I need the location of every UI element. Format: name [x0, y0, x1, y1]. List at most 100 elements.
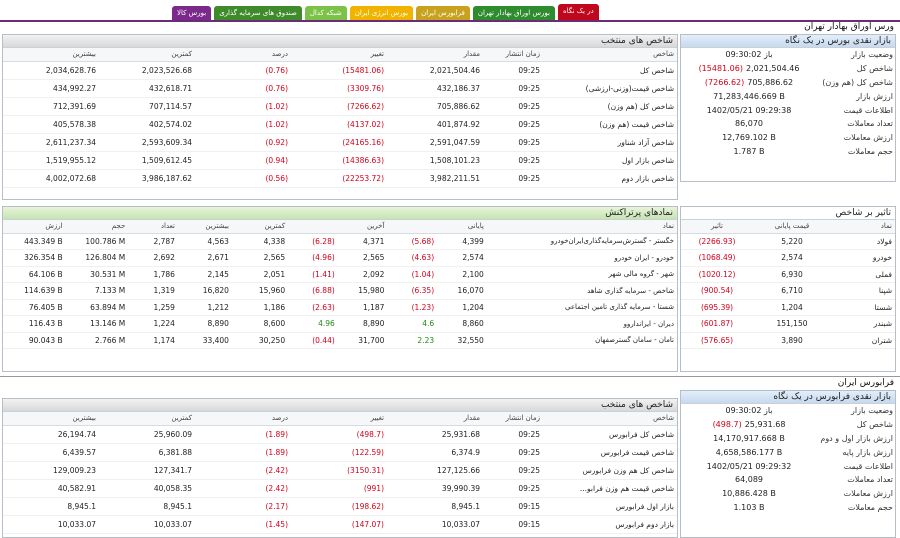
indices-row[interactable]: 2,034,628.76 2,023,526.68 (0.76) (15481.06)…: [3, 61, 677, 80]
indices-row[interactable]: 2,611,237.34 2,593,609.34 (0.92) (24165.16)…: [3, 133, 677, 152]
tab-1[interactable]: بورس اوراق بهادار تهران: [472, 6, 555, 20]
popular-cell-high: 4,563: [177, 233, 232, 250]
tab-6[interactable]: بورس کالا: [172, 6, 212, 20]
indices-col-change[interactable]: تغییر: [291, 48, 387, 62]
indices-row[interactable]: 6,439.57 6,381.88 (1.89) (122.59) 6,374.9 09:…: [3, 443, 677, 462]
impact-row[interactable]: (601.87) 151,150 شبندر: [681, 315, 895, 333]
indices-cell-percent: (2.42): [195, 479, 291, 498]
indices-row[interactable]: 10,033.07 10,033.07 (1.45) (147.07) 10,033.0…: [3, 515, 677, 534]
indices-row[interactable]: 434,992.27 432,618.71 (0.76) (3309.76) 432,1…: [3, 79, 677, 98]
popular-row[interactable]: 90.043 B 2.766 M 1,174 33,400 30,250 (0.44) 31…: [3, 332, 677, 349]
indices-row[interactable]: 712,391.69 707,114.57 (1.02) (7266.62) 705,8…: [3, 97, 677, 116]
indices-header-row: بیشترین کمترین درصد تغییر مقدار زمان انتشار شا…: [3, 412, 677, 426]
indices-row[interactable]: 26,194.74 25,960.09 (1.89) (498.7) 25,931.68…: [3, 425, 677, 444]
impact-row[interactable]: (1068.49) 2,574 خودرو: [681, 249, 895, 267]
indices-row[interactable]: 129,009.23 127,341.7 (2.42) (3150.31) 127,12…: [3, 461, 677, 480]
popular-row[interactable]: 443.349 B 100.786 M 2,787 4,563 4,338 (6.28) 4…: [3, 233, 677, 250]
indices-row[interactable]: 40,582.91 40,058.35 (2.42) (991) 39,990.39 09…: [3, 479, 677, 498]
glance-label: ارزش بازار پایه: [842, 447, 893, 457]
tab-0[interactable]: در یک نگاه: [557, 4, 599, 20]
indices-cell-change: (15481.06): [291, 61, 387, 80]
glance-row: (15481.06) 2,021,504.46 شاخص کل: [681, 62, 895, 76]
indices-cell-low: 10,033.07: [99, 515, 195, 534]
indices-col-value[interactable]: مقدار: [387, 412, 483, 426]
impact-col-symbol[interactable]: نماد: [831, 220, 895, 234]
indices-cell-name: شاخص بازار اول: [543, 151, 677, 170]
impact-row[interactable]: (900.54) 6,710 شپنا: [681, 282, 895, 300]
indices-row[interactable]: 1,519,955.12 1,509,612.45 (0.94) (14386.63)…: [3, 151, 677, 170]
popular-col-symbol[interactable]: نماد: [486, 220, 677, 234]
indices-cell-change: (3309.76): [291, 79, 387, 98]
popular-row[interactable]: 64.106 B 30.531 M 1,786 2,145 2,051 (1.41) 2,0…: [3, 266, 677, 283]
popular-col-last[interactable]: آخرین: [337, 220, 388, 234]
popular-cell-low: 15,960: [231, 282, 289, 300]
popular-row[interactable]: 116.43 B 13.146 M 1,224 8,890 8,600 4.96 8,890…: [3, 315, 677, 333]
indices-col-name[interactable]: شاخص: [543, 48, 677, 62]
indices-cell-percent: (1.89): [195, 443, 291, 462]
tab-4[interactable]: شبکه کدال: [304, 6, 347, 20]
popular-row[interactable]: 76.405 B 63.894 M 1,259 1,212 1,186 (2.63) 1,1…: [3, 299, 677, 316]
indices-cell-value: 8,945.1: [387, 497, 483, 516]
indices-cell-low: 432,618.71: [99, 79, 195, 98]
glance-label: ارزش معاملات: [843, 133, 893, 143]
popular-row[interactable]: 114.639 B 7.133 M 1,319 16,820 15,960 (6.88) 1…: [3, 282, 677, 300]
indices-cell-percent: (2.42): [195, 461, 291, 480]
indices-col-time[interactable]: زمان انتشار: [483, 48, 543, 62]
indices-col-name[interactable]: شاخص: [543, 412, 677, 426]
ifb-indices-table: بیشترین کمترین درصد تغییر مقدار زمان انتشار شا…: [3, 412, 677, 534]
glance-label: شاخص کل (هم وزن): [822, 77, 893, 87]
indices-col-value[interactable]: مقدار: [387, 48, 483, 62]
glance-value-text: 705,886.62: [747, 77, 794, 87]
popular-col-close[interactable]: پایانی: [437, 220, 487, 234]
indices-cell-time: 09:25: [483, 79, 543, 98]
impact-col-close[interactable]: قیمت پایانی: [753, 220, 831, 234]
glance-value: 10,886.428 B: [681, 487, 817, 501]
indices-col-high[interactable]: بیشترین: [3, 412, 99, 426]
tab-3[interactable]: بورس انرژی ایران: [349, 6, 414, 20]
popular-cell-count: 2,692: [128, 249, 178, 267]
indices-col-percent[interactable]: درصد: [195, 48, 291, 62]
glance-row: 71,283,446.669 B ارزش بازار: [681, 89, 895, 103]
popular-cell-symbol: تامان - سامان گسترصفهان: [486, 332, 677, 349]
indices-row[interactable]: 405,578.38 402,574.02 (1.02) (4137.02) 401,8…: [3, 115, 677, 134]
indices-cell-name: شاخص قیمت هم وزن فرابو...: [543, 479, 677, 498]
ifb-glance-title: بازار نقدی فرابورس در یک نگاه: [681, 391, 895, 404]
indices-cell-high: 712,391.69: [3, 97, 99, 116]
indices-col-time[interactable]: زمان انتشار: [483, 412, 543, 426]
impact-cell-close: 6,930: [753, 266, 831, 283]
indices-cell-value: 2,021,504.46: [387, 61, 483, 80]
indices-col-change[interactable]: تغییر: [291, 412, 387, 426]
popular-row[interactable]: 326.354 B 126.804 M 2,692 2,671 2,565 (4.96) 2…: [3, 249, 677, 267]
indices-cell-name: شاخص کل: [543, 61, 677, 80]
tab-2[interactable]: فرابورس ایران: [416, 6, 470, 20]
indices-row[interactable]: 8,945.1 8,945.1 (2.17) (198.62) 8,945.1 09:15…: [3, 497, 677, 516]
impact-row[interactable]: (576.65) 3,890 شتران: [681, 332, 895, 349]
indices-cell-high: 4,002,072.68: [3, 169, 99, 188]
impact-row[interactable]: (1020.12) 6,930 فملی: [681, 266, 895, 283]
popular-cell-last: 2,565: [337, 249, 388, 267]
impact-row[interactable]: (2266.93) 5,220 فولاد: [681, 233, 895, 250]
indices-col-low[interactable]: کمترین: [99, 48, 195, 62]
popular-cell-high: 33,400: [177, 332, 232, 349]
tab-5[interactable]: صندوق های سرمایه گذاری: [214, 6, 302, 20]
indices-col-percent[interactable]: درصد: [195, 412, 291, 426]
impact-cell-symbol: شپنا: [831, 282, 895, 300]
popular-col-high[interactable]: بیشترین: [177, 220, 232, 234]
popular-col-low[interactable]: کمترین: [231, 220, 289, 234]
tse-glance-panel: بازار نقدی بورس در یک نگاه باز 09:30:02 و…: [680, 34, 896, 182]
indices-cell-time: 09:25: [483, 151, 543, 170]
impact-cell-close: 151,150: [753, 315, 831, 333]
glance-row: 12,769.102 B ارزش معاملات: [681, 131, 895, 145]
popular-col-volume[interactable]: حجم: [65, 220, 129, 234]
glance-row: 1.787 B حجم معاملات: [681, 145, 895, 159]
popular-cell-last: 4,371: [337, 233, 388, 250]
indices-cell-high: 405,578.38: [3, 115, 99, 134]
indices-col-high[interactable]: بیشترین: [3, 48, 99, 62]
indices-col-low[interactable]: کمترین: [99, 412, 195, 426]
glance-value-text: 14,170,917.668 B: [713, 433, 785, 443]
indices-row[interactable]: 4,002,072.68 3,986,187.62 (0.56) (22253.72)…: [3, 169, 677, 188]
impact-col-effect[interactable]: تاثیر: [681, 220, 753, 234]
popular-col-value[interactable]: ارزش: [3, 220, 66, 234]
popular-col-count[interactable]: تعداد: [128, 220, 178, 234]
impact-row[interactable]: (695.39) 1,204 شستا: [681, 299, 895, 316]
